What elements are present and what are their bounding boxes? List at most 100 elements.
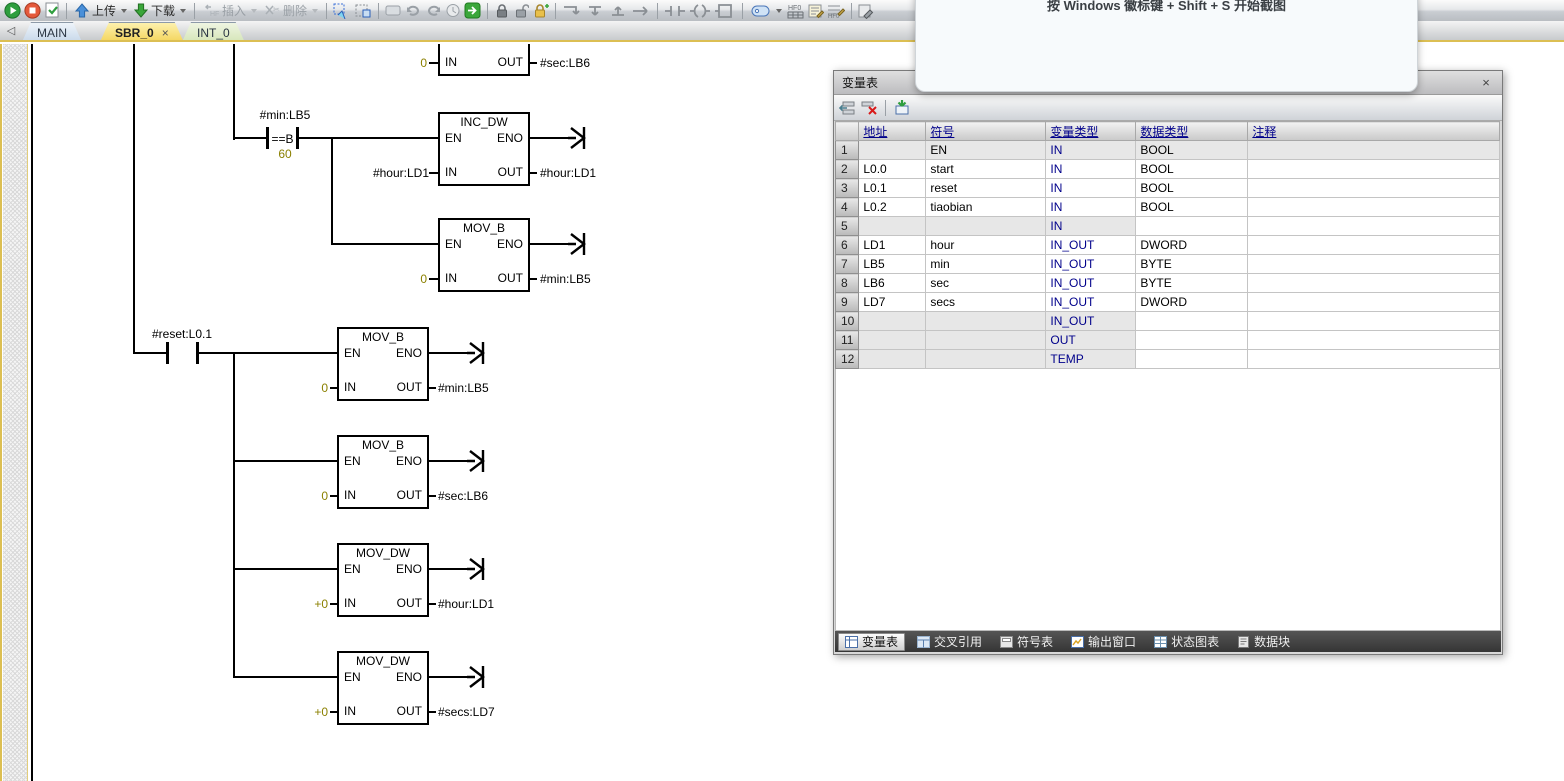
options-icon[interactable] — [858, 3, 874, 19]
edit-table-icon[interactable]: HF0 — [827, 3, 845, 19]
contact-tool-icon[interactable] — [664, 3, 686, 19]
tab-main[interactable]: MAIN — [22, 22, 82, 42]
window-close-button[interactable]: × — [1478, 71, 1494, 95]
lock-add-icon[interactable] — [532, 3, 549, 19]
table-row[interactable]: 10IN_OUT — [836, 312, 1500, 331]
branch-up-icon[interactable] — [585, 3, 605, 19]
mov-dw-block[interactable]: MOV_DW EN ENO IN OUT — [337, 651, 429, 725]
download-caret-icon[interactable] — [180, 9, 186, 13]
insert-button[interactable]: HF 插入 — [201, 2, 259, 20]
undo-icon[interactable] — [405, 3, 422, 18]
contact-operand: #min:LB5 — [235, 108, 335, 122]
delete-button[interactable]: ✂ 删除 — [262, 2, 320, 20]
row-number[interactable]: 10 — [836, 312, 859, 331]
tab-int0[interactable]: INT_0 — [182, 22, 245, 42]
inc-dw-block[interactable]: INC_DW EN ENO IN OUT — [438, 112, 530, 186]
table-row[interactable]: 1ENINBOOL — [836, 141, 1500, 160]
branch-down-icon[interactable] — [562, 3, 582, 19]
table-row[interactable]: 11OUT — [836, 331, 1500, 350]
go-icon[interactable] — [464, 2, 481, 19]
col-header-symbol[interactable]: 符号 — [926, 122, 1046, 141]
upload-button[interactable]: 上传 — [73, 2, 129, 20]
lock-icon[interactable] — [494, 3, 510, 19]
network-select-icon[interactable] — [333, 3, 351, 19]
bottom-tab-variable-table[interactable]: 变量表 — [838, 633, 905, 651]
unlock-icon[interactable] — [513, 3, 529, 19]
pin-out: OUT — [498, 271, 523, 285]
stop-icon[interactable] — [24, 2, 41, 19]
import-icon[interactable] — [893, 99, 911, 116]
table-row[interactable]: 5IN — [836, 217, 1500, 236]
variable-table: 地址 符号 变量类型 数据类型 注释 1ENINBOOL 2L0.0startI… — [835, 121, 1500, 369]
row-number[interactable]: 2 — [836, 160, 859, 179]
mov-dw-block[interactable]: MOV_DW EN ENO IN OUT — [337, 543, 429, 617]
wire — [528, 62, 537, 64]
col-header-comment[interactable]: 注释 — [1248, 122, 1500, 141]
coil-tool-icon[interactable] — [689, 3, 711, 19]
pin-in: IN — [344, 704, 356, 718]
in-value: 0 — [395, 56, 427, 70]
table-row[interactable]: 7LB5minIN_OUTBYTE — [836, 255, 1500, 274]
run-icon[interactable] — [4, 2, 21, 19]
table-row[interactable]: 4L0.2tiaobianINBOOL — [836, 198, 1500, 217]
pin-en: EN — [445, 237, 462, 251]
variable-table-toolbar — [834, 95, 1502, 121]
tab-sbr0[interactable]: SBR_0× — [100, 22, 184, 42]
table-row[interactable]: 8LB6secIN_OUTBYTE — [836, 274, 1500, 293]
mov-b-block[interactable]: MOV_B EN ENO IN OUT — [438, 218, 530, 292]
row-number[interactable]: 3 — [836, 179, 859, 198]
row-number[interactable]: 4 — [836, 198, 859, 217]
wire — [233, 568, 338, 570]
upload-caret-icon[interactable] — [121, 9, 127, 13]
table-row[interactable]: 2L0.0startINBOOL — [836, 160, 1500, 179]
insert-row-icon[interactable] — [838, 100, 856, 116]
row-number[interactable]: 8 — [836, 274, 859, 293]
block-title: MOV_B — [440, 221, 528, 235]
bottom-tab-output-window[interactable]: 输出窗口 — [1065, 633, 1142, 651]
bottom-tab-status-chart[interactable]: 状态图表 — [1148, 633, 1225, 651]
contact-operator[interactable]: ==B — [269, 132, 296, 146]
clipped-mov-block[interactable]: IN OUT — [438, 44, 530, 76]
window-icon[interactable] — [385, 3, 402, 18]
mov-b-block[interactable]: MOV_B EN ENO IN OUT — [337, 327, 429, 401]
table-row[interactable]: 3L0.1resetINBOOL — [836, 179, 1500, 198]
col-header-vartype[interactable]: 变量类型 — [1046, 122, 1136, 141]
wire — [233, 676, 338, 678]
line-right-icon[interactable] — [631, 3, 651, 19]
row-number[interactable]: 7 — [836, 255, 859, 274]
svg-text:HF0: HF0 — [788, 5, 801, 12]
row-number[interactable]: 9 — [836, 293, 859, 312]
table-row[interactable]: 12TEMP — [836, 350, 1500, 369]
compile-icon[interactable] — [44, 2, 60, 19]
redo-icon[interactable] — [425, 3, 442, 18]
tab-scroll-left-button[interactable]: ◁ — [4, 24, 18, 39]
col-header-datatype[interactable]: 数据类型 — [1136, 122, 1248, 141]
tab-close-icon[interactable]: × — [162, 26, 169, 40]
wire — [429, 278, 438, 280]
symbol-tag-button[interactable] — [749, 2, 784, 20]
mov-b-block[interactable]: MOV_B EN ENO IN OUT — [337, 435, 429, 509]
address-table-icon[interactable]: HF0 — [787, 3, 805, 19]
bottom-tab-symbol-table[interactable]: 符号表 — [994, 633, 1059, 651]
row-number[interactable]: 5 — [836, 217, 859, 236]
network-box-icon[interactable] — [354, 3, 372, 19]
row-number[interactable]: 1 — [836, 141, 859, 160]
line-up-icon[interactable] — [608, 3, 628, 19]
bottom-tab-data-block[interactable]: 数据块 — [1231, 633, 1296, 651]
row-number[interactable]: 12 — [836, 350, 859, 369]
contact-operand: #reset:L0.1 — [120, 327, 244, 341]
clock-icon[interactable] — [445, 3, 461, 18]
delete-row-icon[interactable] — [860, 100, 878, 116]
table-row[interactable]: 6LD1hourIN_OUTDWORD — [836, 236, 1500, 255]
bottom-tab-cross-reference[interactable]: 交叉引用 — [911, 633, 988, 651]
row-number[interactable]: 11 — [836, 331, 859, 350]
snip-notification-popup[interactable]: 按 Windows 徽标键 + Shift + S 开始截图 — [915, 0, 1418, 92]
row-number[interactable]: 6 — [836, 236, 859, 255]
table-row[interactable]: 9LD7secsIN_OUTDWORD — [836, 293, 1500, 312]
col-header-address[interactable]: 地址 — [859, 122, 926, 141]
tag-caret-icon[interactable] — [776, 9, 782, 13]
box-tool-icon[interactable] — [714, 3, 736, 19]
download-label: 下载 — [151, 2, 175, 19]
download-button[interactable]: 下载 — [132, 2, 188, 20]
notes-icon[interactable] — [808, 3, 824, 19]
